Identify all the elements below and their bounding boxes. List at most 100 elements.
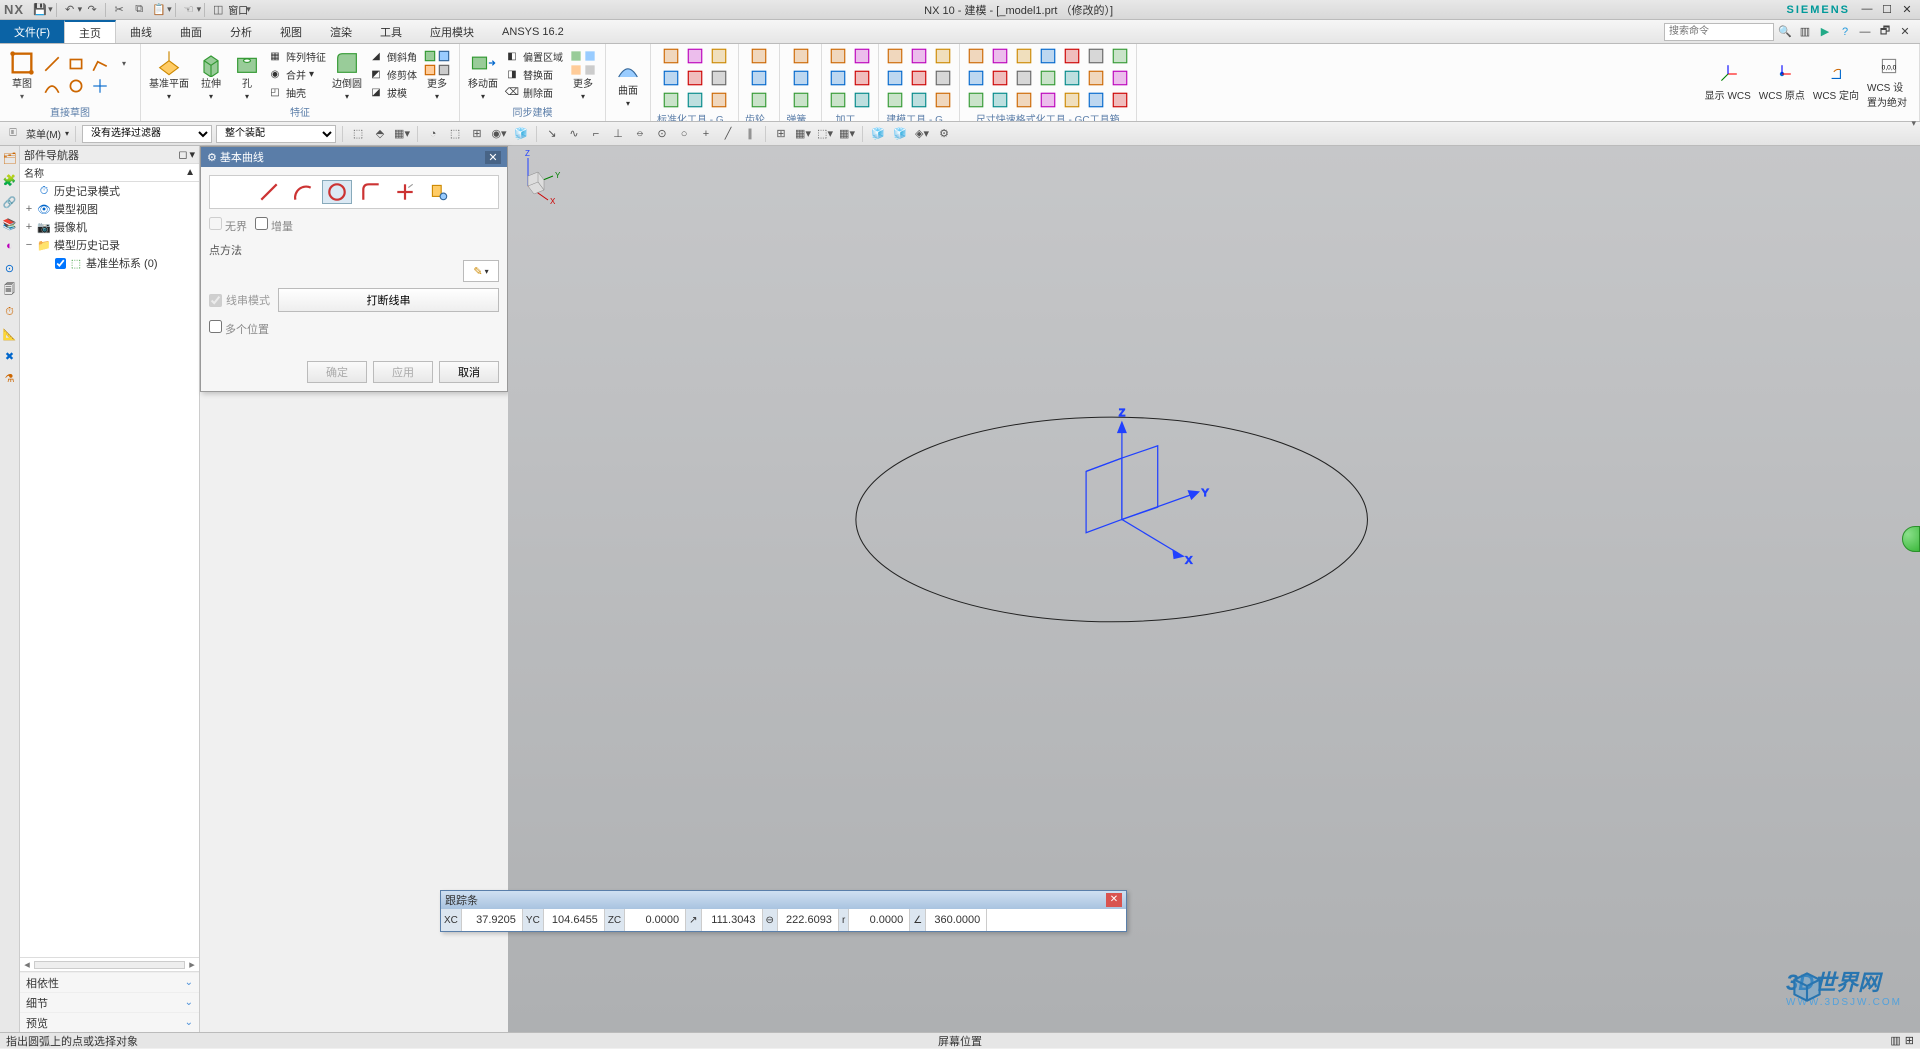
tool-button[interactable] [933, 46, 953, 66]
tool-button[interactable] [661, 68, 681, 88]
undo-icon[interactable]: ↶ [61, 2, 79, 18]
tool-button[interactable] [1038, 90, 1058, 110]
tracking-cell[interactable]: ↗111.3043 [686, 909, 762, 931]
tree-row[interactable]: +👁模型视图 [20, 200, 199, 218]
tool-button[interactable] [852, 46, 872, 66]
nav-section-preview[interactable]: 预览⌄ [20, 1012, 199, 1032]
datum-plane-button[interactable]: 基准平面▾ [147, 47, 191, 103]
circle-tool[interactable] [322, 180, 352, 204]
cancel-button[interactable]: 取消 [439, 361, 499, 383]
tool-button[interactable] [1086, 68, 1106, 88]
tool-button[interactable] [685, 68, 705, 88]
status-icon1[interactable]: ▥ [1890, 1034, 1900, 1047]
tab-render[interactable]: 渲染 [316, 20, 366, 43]
arc-tool[interactable] [288, 180, 318, 204]
menu-button[interactable]: 菜单(M) [26, 126, 61, 141]
nav-section-dependency[interactable]: 相依性⌄ [20, 972, 199, 992]
window-dropdown-label[interactable]: 窗口 [228, 2, 248, 17]
wcs-origin-button[interactable]: WCS 原点 [1757, 61, 1807, 104]
tool-button[interactable] [828, 68, 848, 88]
tool-button[interactable] [1086, 46, 1106, 66]
surface-button[interactable]: 曲面▾ [612, 54, 644, 110]
extrude-button[interactable]: 拉伸▾ [195, 47, 227, 103]
unite-button[interactable]: ◉合并 ▾ [267, 67, 326, 83]
tool-button[interactable] [828, 46, 848, 66]
close-button[interactable]: ✕ [1898, 3, 1916, 16]
tool-button[interactable] [1038, 46, 1058, 66]
status-icon2[interactable]: ⊞ [1905, 1034, 1914, 1047]
redo-icon[interactable]: ↷ [83, 2, 101, 18]
constraint-navigator-tab[interactable]: 🔗 [2, 194, 18, 210]
move-face-button[interactable]: 移动面▾ [466, 47, 500, 103]
touch-icon[interactable]: ☜ [180, 2, 198, 18]
navigator-pin-icon[interactable]: ◻ [178, 148, 187, 161]
tracking-bar[interactable]: 跟踪条✕ XC37.9205YC104.6455ZC0.0000↗111.304… [440, 890, 1127, 932]
maximize-button[interactable]: ☐ [1878, 3, 1896, 16]
search-icon[interactable]: 🔍 [1776, 23, 1794, 41]
wcs-orient-button[interactable]: WCS 定向 [1811, 61, 1861, 104]
offset-region-button[interactable]: ◧偏置区域 [504, 49, 563, 65]
tool-button[interactable] [885, 90, 905, 110]
navigator-menu-icon[interactable]: ▾ [189, 148, 195, 161]
tree-row[interactable]: −📁模型历史记录 [20, 236, 199, 254]
increment-checkbox[interactable]: 增量 [255, 217, 293, 234]
tab-surface[interactable]: 曲面 [166, 20, 216, 43]
tool-button[interactable] [1014, 68, 1034, 88]
tool-button[interactable] [1110, 46, 1130, 66]
tool-button[interactable] [749, 46, 769, 66]
part-navigator-tab[interactable]: 🗂 [2, 150, 18, 166]
tool-button[interactable] [990, 90, 1010, 110]
tree-row[interactable]: ⬚基准坐标系 (0) [20, 254, 199, 272]
apply-button[interactable]: 应用 [373, 361, 433, 383]
tool-button[interactable] [990, 68, 1010, 88]
replace-face-button[interactable]: ◨替换面 [504, 67, 563, 83]
circle-icon[interactable] [66, 76, 86, 96]
ok-button[interactable]: 确定 [307, 361, 367, 383]
tracking-cell[interactable]: ∠360.0000 [910, 909, 987, 931]
tree-row[interactable]: ⏱历史记录模式 [20, 182, 199, 200]
tab-tools[interactable]: 工具 [366, 20, 416, 43]
sel-scope-icon[interactable]: ⬚ [349, 125, 367, 143]
show-wcs-button[interactable]: 显示 WCS [1703, 61, 1753, 104]
tool-button[interactable] [885, 46, 905, 66]
menu-button-icon[interactable]: 🗉 [4, 125, 22, 143]
tool-button[interactable] [885, 68, 905, 88]
tool-button[interactable] [1110, 90, 1130, 110]
sketch-button[interactable]: 草图 ▾ [6, 47, 38, 103]
edge-blend-button[interactable]: 边倒圆▾ [330, 47, 364, 103]
tool-button[interactable] [749, 90, 769, 110]
line-icon[interactable] [42, 54, 62, 74]
trim-body-button[interactable]: ◩修剪体 [368, 67, 417, 83]
tab-view[interactable]: 视图 [266, 20, 316, 43]
line-tool[interactable] [254, 180, 284, 204]
rect-icon[interactable] [66, 54, 86, 74]
chamfer-button[interactable]: ◢倒斜角 [368, 49, 417, 65]
tab-application[interactable]: 应用模块 [416, 20, 488, 43]
tool-button[interactable] [909, 46, 929, 66]
selection-filter[interactable]: 没有选择过滤器 [82, 125, 212, 143]
tool-button[interactable] [966, 90, 986, 110]
tool-button[interactable] [966, 68, 986, 88]
tool-button[interactable] [685, 90, 705, 110]
draft-button[interactable]: ◪拔模 [368, 85, 417, 101]
tool-button[interactable] [828, 90, 848, 110]
fillet-tool[interactable] [356, 180, 386, 204]
arc-icon[interactable] [42, 76, 62, 96]
tool-button[interactable] [909, 68, 929, 88]
break-string-button[interactable]: 打断线串 [278, 288, 499, 312]
tracking-cell[interactable]: r0.0000 [839, 909, 910, 931]
tracking-close[interactable]: ✕ [1106, 893, 1122, 907]
copy-icon[interactable]: ⧉ [130, 2, 148, 18]
more-feature-button[interactable]: 更多▾ [421, 47, 453, 103]
string-mode-checkbox[interactable]: 线串模式 [209, 292, 270, 308]
tree-row[interactable]: +📷摄像机 [20, 218, 199, 236]
wcs-abs-button[interactable]: 0,0,0WCS 设置为绝对 [1865, 53, 1913, 111]
tool-button[interactable] [852, 68, 872, 88]
tool-button[interactable] [1062, 46, 1082, 66]
nav-section-detail[interactable]: 细节⌄ [20, 992, 199, 1012]
doc-restore[interactable]: 🗗 [1876, 23, 1894, 41]
save-icon[interactable]: 💾 [31, 2, 49, 18]
point-method-button[interactable]: ✎▾ [463, 260, 499, 282]
tool-button[interactable] [709, 90, 729, 110]
assembly-filter[interactable]: 整个装配 [216, 125, 336, 143]
